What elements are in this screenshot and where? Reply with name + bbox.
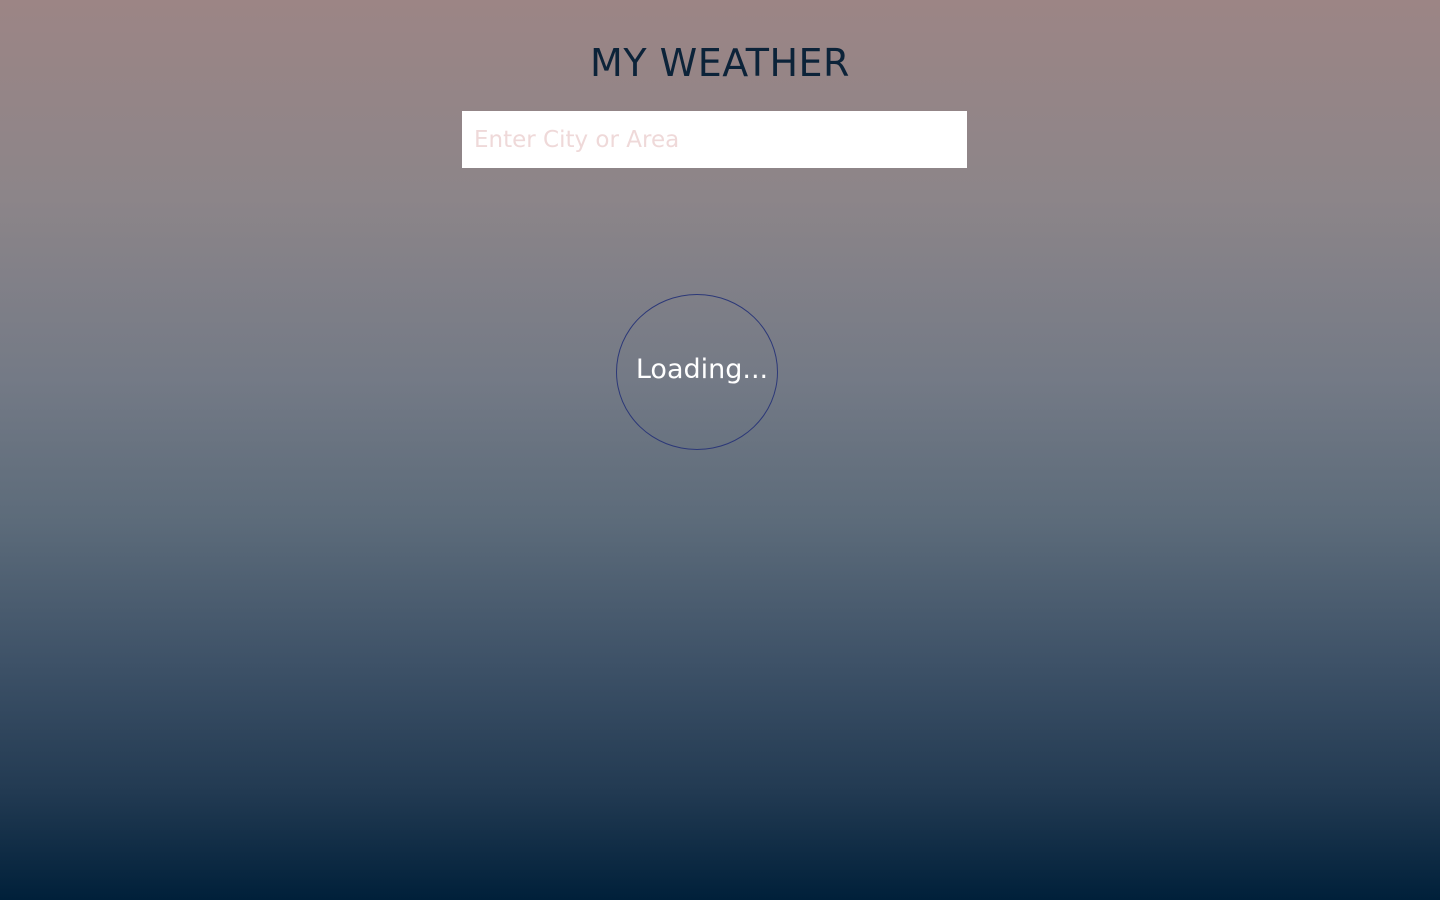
- app-title: MY WEATHER: [590, 41, 850, 85]
- city-search-input[interactable]: [462, 111, 967, 168]
- loading-text: Loading...: [635, 354, 769, 385]
